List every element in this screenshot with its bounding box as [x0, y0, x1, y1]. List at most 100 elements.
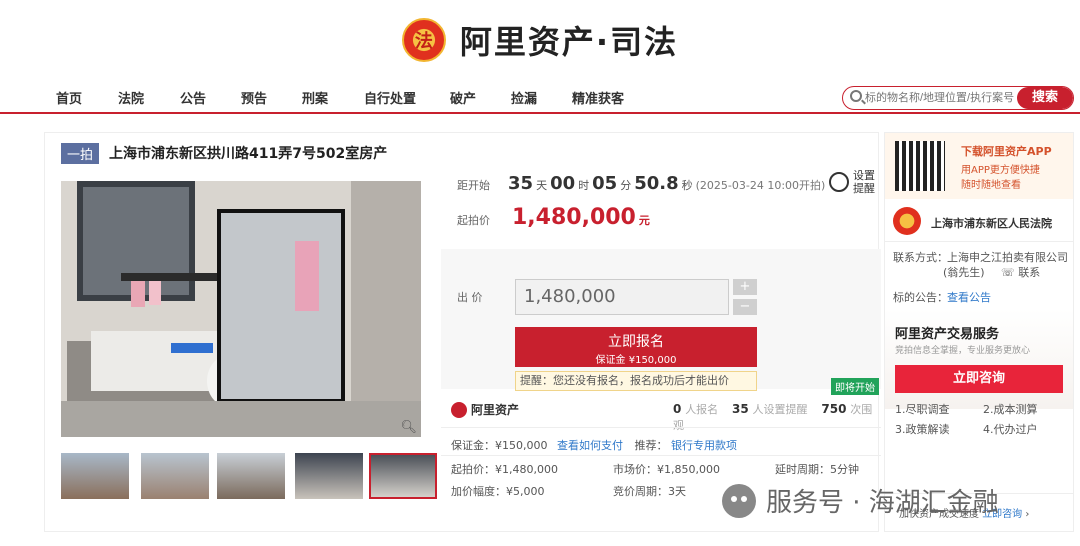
app-desc-1: 用APP更方便快捷	[961, 165, 1040, 176]
service-item-transfer: 4.代办过户	[983, 423, 1038, 436]
view-notice-link[interactable]: 查看公告	[947, 289, 991, 305]
divider	[441, 427, 881, 428]
bid-box: 出 价 1,480,000 + − 立即报名 保证金 ¥150,000 提醒：您…	[441, 249, 881, 391]
zoom-icon[interactable]: 🔍︎	[400, 420, 417, 435]
app-title: 下载阿里资产APP	[961, 145, 1052, 158]
days-unit: 天	[536, 179, 548, 192]
contact-label: 联系方式：	[893, 251, 948, 264]
search-input[interactable]	[865, 87, 1021, 109]
bid-label: 出 价	[457, 291, 483, 304]
start-price: 起拍价 1,480,000 元	[457, 205, 653, 230]
set-reminder[interactable]: 设置 提醒	[829, 169, 875, 195]
site-header: 法 阿里资产·司法	[0, 0, 1080, 80]
hours-unit: 时	[578, 179, 590, 192]
nav-home[interactable]: 首页	[56, 88, 82, 107]
detail-start-price: 起拍价：¥1,480,000	[451, 463, 558, 476]
contact-link-label: 联系	[1018, 266, 1041, 279]
search-box: 搜索	[842, 86, 1074, 110]
round-tag: 一拍	[61, 142, 100, 164]
reminder-line2: 提醒	[853, 182, 875, 195]
divider	[885, 241, 1073, 242]
reminder-label: 人设置提醒	[752, 403, 808, 416]
nav-court[interactable]: 法院	[118, 88, 144, 107]
thumbnail-5[interactable]	[369, 453, 437, 499]
signup-label: 立即报名	[608, 334, 664, 350]
platform-logo: 阿里资产	[451, 401, 519, 418]
start-time: (2025-03-24 10:00开拍)	[695, 179, 826, 192]
wechat-icon	[722, 483, 756, 518]
countdown-hours: 00	[550, 173, 576, 194]
qr-code-icon	[895, 141, 945, 191]
thumbnail-1[interactable]	[61, 453, 129, 499]
deposit-row: 保证金：¥150,000 查看如何支付 推荐： 银行专用款项	[451, 437, 737, 453]
signup-button[interactable]: 立即报名 保证金 ¥150,000	[515, 327, 757, 367]
start-price-value: 1,480,000	[512, 205, 636, 230]
consult-button[interactable]: 立即咨询	[895, 365, 1063, 393]
bid-plus-button[interactable]: +	[733, 279, 757, 295]
view-count: 750	[821, 402, 847, 416]
bid-minus-button[interactable]: −	[733, 299, 757, 315]
item-title: 上海市浦东新区拱川路411弄7号502室房产	[109, 146, 388, 162]
detail-increment: 加价幅度：¥5,000	[451, 485, 545, 498]
countdown-label: 距开始	[457, 179, 490, 192]
nav-bankruptcy[interactable]: 破产	[450, 88, 476, 107]
item-title-bar: 一拍 上海市浦东新区拱川路411弄7号502室房产	[61, 142, 388, 164]
signup-deposit: 保证金 ¥150,000	[595, 355, 677, 366]
signup-warning: 提醒：您还没有报名，报名成功后才能出价	[515, 371, 757, 391]
chevron-right-icon: ›	[1025, 509, 1030, 520]
start-price-unit: 元	[638, 214, 650, 227]
bid-info: 距开始 35 天 00 时 05 分 50.8 秒 (2025-03-24 10:00开…	[441, 169, 881, 533]
detail-market-price: 市场价：¥1,850,000	[613, 463, 720, 476]
notice-label: 标的公告：	[893, 291, 948, 304]
phone-icon: ☏	[1001, 266, 1019, 279]
nav-self-disposal[interactable]: 自行处置	[364, 88, 416, 107]
service-item-due-diligence: 1.尽职调查	[895, 403, 950, 416]
contact-person: (翁先生)	[943, 266, 985, 279]
thumbnail-4[interactable]	[295, 453, 363, 499]
thumbnail-2[interactable]	[141, 453, 209, 499]
sidebar: 下载阿里资产APP 用APP更方便快捷 随时随地查看 上海市浦东新区人民法院 联…	[884, 132, 1074, 532]
court-emblem-icon: 法	[401, 18, 446, 62]
thumbnail-strip	[61, 453, 441, 503]
countdown-days: 35	[508, 173, 534, 194]
service-title: 阿里资产交易服务	[895, 327, 1000, 342]
search-icon	[850, 90, 862, 102]
starting-soon-badge: 即将开始	[831, 378, 879, 395]
nav-criminal[interactable]: 刑案	[302, 88, 328, 107]
court-name[interactable]: 上海市浦东新区人民法院	[931, 215, 1052, 231]
bathroom-photo-image	[61, 181, 421, 437]
bank-account-link[interactable]: 银行专用款项	[671, 439, 737, 452]
watermark: 服务号 · 海湖汇金融	[722, 482, 999, 519]
court-emblem-icon	[893, 207, 921, 235]
divider	[441, 455, 881, 456]
contact-link[interactable]: ☏ 联系	[1001, 264, 1040, 280]
how-to-pay-link[interactable]: 查看如何支付	[557, 439, 623, 452]
nav-bargain[interactable]: 捡漏	[511, 88, 537, 107]
brand-title: 阿里资产·司法	[459, 23, 679, 61]
bid-amount-input[interactable]: 1,480,000	[515, 279, 729, 315]
signed-count: 0	[673, 402, 682, 416]
detail-cycle: 竞价周期：3天	[613, 485, 686, 498]
minutes-unit: 分	[620, 179, 632, 192]
nav-notice[interactable]: 公告	[180, 88, 206, 107]
platform-name: 阿里资产	[471, 403, 520, 417]
clock-icon	[829, 172, 849, 192]
auction-panel: 一拍 上海市浦东新区拱川路411弄7号502室房产 🔍︎ 距开始 35 天 00…	[44, 132, 881, 533]
watermark-text: 服务号 · 海湖汇金融	[766, 488, 999, 518]
thumbnail-3[interactable]	[217, 453, 285, 499]
search-button[interactable]: 搜索	[1017, 87, 1073, 109]
countdown-minutes: 05	[592, 173, 618, 194]
main-photo[interactable]: 🔍︎	[61, 181, 421, 437]
contact-company: 上海申之江拍卖有限公司	[947, 251, 1068, 264]
stats: 0 人报名 35 人设置提醒 750 次围观	[673, 401, 881, 433]
recommend-label: 推荐：	[634, 439, 668, 452]
service-item-policy: 3.政策解读	[895, 423, 950, 436]
nav-preview[interactable]: 预告	[241, 88, 267, 107]
countdown-seconds: 50.8	[634, 173, 679, 194]
countdown: 距开始 35 天 00 时 05 分 50.8 秒 (2025-03-24 10:00开…	[457, 173, 825, 194]
nav-customers[interactable]: 精准获客	[572, 88, 624, 107]
service-item-cost: 2.成本测算	[983, 403, 1038, 416]
seconds-unit: 秒	[681, 179, 693, 192]
reminder-count: 35	[732, 402, 749, 416]
deposit-text: 保证金：¥150,000	[451, 439, 548, 452]
